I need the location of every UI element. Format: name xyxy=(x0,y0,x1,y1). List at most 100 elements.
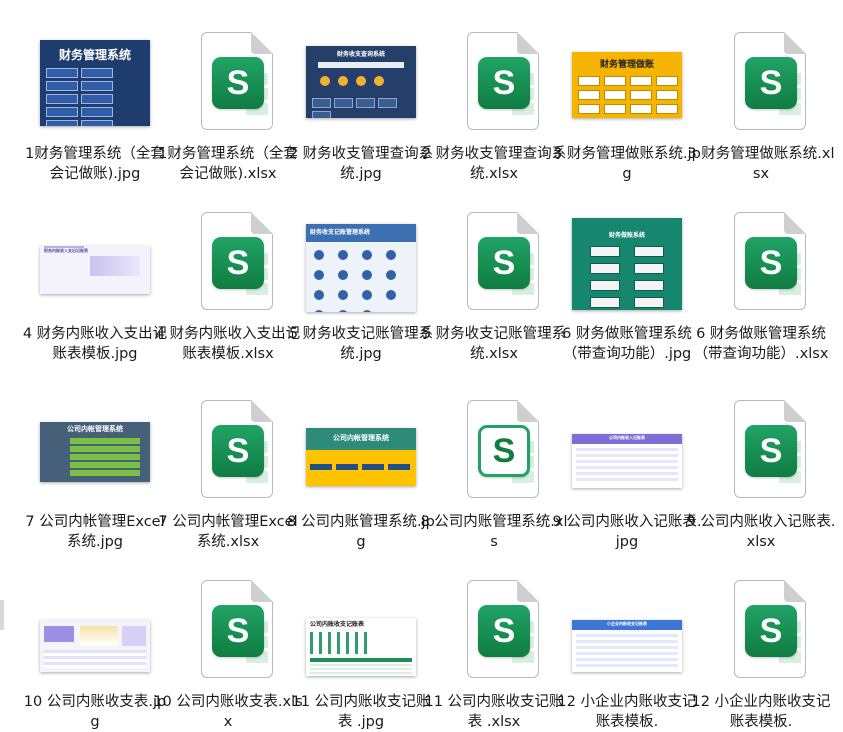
page-fold-icon xyxy=(251,400,273,422)
thumbnail-image: 公司内账收入记账表 xyxy=(572,434,682,488)
thumbnail-image: 公司内账收支记账表 xyxy=(306,618,416,676)
file-name-label[interactable]: 10 公司内账收支表.xlsx xyxy=(153,692,303,732)
file-thumbnail[interactable]: S xyxy=(173,208,283,318)
thumbnail-image: 财务管理做账 xyxy=(572,52,682,118)
page-fold-icon xyxy=(517,32,539,54)
excel-logo-icon: S xyxy=(745,57,797,109)
file-thumbnail[interactable]: 公司内帐管理系统 xyxy=(306,396,416,506)
file-name-label[interactable]: 12 小企业内账收支记账表模板. xyxy=(552,692,702,732)
file-name-label[interactable]: 12 小企业内账收支记账表模板. xyxy=(686,692,836,732)
file-thumbnail[interactable]: 财务收支记账管理系统 xyxy=(306,208,416,318)
excel-file-icon: S xyxy=(201,580,273,678)
file-name-label[interactable]: 4 财务内账收入支出记账表模板.xlsx xyxy=(153,324,303,364)
file-item[interactable]: 财务内账收入支出记账表 4 财务内账收入支出记账表模板.jpg xyxy=(20,208,170,364)
file-item[interactable]: 公司内账收支记账表 11 公司内账收支记账表 .jpg xyxy=(286,576,436,732)
file-item[interactable]: 公司内帐管理系统 7 公司内帐管理Excel系统.jpg xyxy=(20,396,170,552)
excel-file-icon: S xyxy=(734,400,806,498)
file-name-label[interactable]: 6 财务做账管理系统（带查询功能）.jpg xyxy=(552,324,702,364)
file-name-label[interactable]: 11 公司内账收支记账表 .jpg xyxy=(286,692,436,732)
excel-logo-icon: S xyxy=(478,605,530,657)
file-thumbnail[interactable]: 财务内账收入支出记账表 xyxy=(40,208,150,318)
file-name-label[interactable]: 5 财务收支记账管理系统.jpg xyxy=(286,324,436,364)
page-fold-icon xyxy=(784,400,806,422)
file-item[interactable]: 公司内帐管理系统 8 公司内账管理系统.jpg xyxy=(286,396,436,552)
excel-legacy-file-icon: S xyxy=(467,400,539,498)
file-name-label[interactable]: 9 公司内账收入记账表.xlsx xyxy=(686,512,836,552)
file-name-label[interactable]: 4 财务内账收入支出记账表模板.jpg xyxy=(20,324,170,364)
file-item[interactable]: S 4 财务内账收入支出记账表模板.xlsx xyxy=(153,208,303,364)
file-item[interactable]: S 2 财务收支管理查询系统.xlsx xyxy=(419,28,569,184)
excel-file-icon: S xyxy=(201,32,273,130)
file-thumbnail[interactable]: 财务做账系统 xyxy=(572,208,682,318)
file-thumbnail[interactable]: S xyxy=(439,208,549,318)
file-item[interactable]: 财务管理系统 1财务管理系统（全套会记做账).jpg xyxy=(20,28,170,184)
file-thumbnail[interactable]: 财务管理系统 xyxy=(40,28,150,138)
file-thumbnail[interactable]: S xyxy=(706,208,816,318)
excel-logo-icon: S xyxy=(212,237,264,289)
file-item[interactable]: S 8 公司内账管理系统.xls xyxy=(419,396,569,552)
file-thumbnail[interactable]: 公司内账收支记账表 xyxy=(306,576,416,686)
file-thumbnail[interactable]: S xyxy=(439,396,549,506)
thumbnail-image: 财务收支查询系统 xyxy=(306,46,416,118)
file-thumbnail[interactable]: S xyxy=(706,28,816,138)
page-fold-icon xyxy=(784,212,806,234)
file-name-label[interactable]: 1财务管理系统（全套会记做账).jpg xyxy=(20,144,170,184)
file-item[interactable]: 财务管理做账 3 财务管理做账系统.jpg xyxy=(552,28,702,184)
excel-file-icon: S xyxy=(467,212,539,310)
excel-logo-icon: S xyxy=(478,57,530,109)
file-name-label[interactable]: 7 公司内帐管理Excel系统.xlsx xyxy=(153,512,303,552)
file-name-label[interactable]: 7 公司内帐管理Excel系统.jpg xyxy=(20,512,170,552)
file-item[interactable]: S 6 财务做账管理系统（带查询功能）.xlsx xyxy=(686,208,836,364)
file-thumbnail[interactable]: S xyxy=(439,576,549,686)
file-thumbnail[interactable]: 小企业内账收支记账表 xyxy=(572,576,682,686)
file-name-label[interactable]: 1财务管理系统（全套会记做账).xlsx xyxy=(153,144,303,184)
file-item[interactable]: 10 公司内账收支表.jpg xyxy=(20,576,170,732)
file-item[interactable]: S 7 公司内帐管理Excel系统.xlsx xyxy=(153,396,303,552)
file-name-label[interactable]: 8 公司内账管理系统.jpg xyxy=(286,512,436,552)
file-name-label[interactable]: 11 公司内账收支记账表 .xlsx xyxy=(419,692,569,732)
file-thumbnail[interactable]: S xyxy=(439,28,549,138)
file-item[interactable]: 小企业内账收支记账表 12 小企业内账收支记账表模板. xyxy=(552,576,702,732)
excel-logo-icon: S xyxy=(478,237,530,289)
file-item[interactable]: 财务收支记账管理系统 5 财务收支记账管理系统.jpg xyxy=(286,208,436,364)
file-item[interactable]: 财务收支查询系统 2 财务收支管理查询系统.jpg xyxy=(286,28,436,184)
file-name-label[interactable]: 10 公司内账收支表.jpg xyxy=(20,692,170,732)
excel-file-icon: S xyxy=(201,400,273,498)
file-thumbnail[interactable]: S xyxy=(173,396,283,506)
excel-logo-icon: S xyxy=(478,425,530,477)
file-thumbnail[interactable]: S xyxy=(706,576,816,686)
file-item[interactable]: S 3 财务管理做账系统.xlsx xyxy=(686,28,836,184)
page-fold-icon xyxy=(251,212,273,234)
file-name-label[interactable]: 3 财务管理做账系统.xlsx xyxy=(686,144,836,184)
file-thumbnail[interactable]: S xyxy=(173,28,283,138)
thumbnail-image: 财务做账系统 xyxy=(572,218,682,310)
file-item[interactable]: S 12 小企业内账收支记账表模板. xyxy=(686,576,836,732)
thumbnail-image xyxy=(40,620,150,672)
file-name-label[interactable]: 2 财务收支管理查询系统.jpg xyxy=(286,144,436,184)
file-item[interactable]: S 9 公司内账收入记账表.xlsx xyxy=(686,396,836,552)
file-name-label[interactable]: 6 财务做账管理系统（带查询功能）.xlsx xyxy=(686,324,836,364)
file-item[interactable]: 财务做账系统 6 财务做账管理系统（带查询功能）.jpg xyxy=(552,208,702,364)
excel-logo-icon: S xyxy=(212,605,264,657)
file-thumbnail[interactable]: 公司内帐管理系统 xyxy=(40,396,150,506)
file-thumbnail[interactable]: 公司内账收入记账表 xyxy=(572,396,682,506)
file-item[interactable]: S 10 公司内账收支表.xlsx xyxy=(153,576,303,732)
file-thumbnail[interactable] xyxy=(40,576,150,686)
file-thumbnail[interactable]: 财务收支查询系统 xyxy=(306,28,416,138)
file-name-label[interactable]: 5 财务收支记账管理系统.xlsx xyxy=(419,324,569,364)
file-item[interactable]: S 5 财务收支记账管理系统.xlsx xyxy=(419,208,569,364)
file-thumbnail[interactable]: S xyxy=(173,576,283,686)
page-fold-icon xyxy=(517,400,539,422)
page-fold-icon xyxy=(251,580,273,602)
file-name-label[interactable]: 2 财务收支管理查询系统.xlsx xyxy=(419,144,569,184)
file-name-label[interactable]: 9 公司内账收入记账表.jpg xyxy=(552,512,702,552)
file-item[interactable]: S 1财务管理系统（全套会记做账).xlsx xyxy=(153,28,303,184)
thumbnail-image: 小企业内账收支记账表 xyxy=(572,620,682,672)
file-name-label[interactable]: 8 公司内账管理系统.xls xyxy=(419,512,569,552)
file-item[interactable]: 公司内账收入记账表 9 公司内账收入记账表.jpg xyxy=(552,396,702,552)
file-item[interactable]: S 11 公司内账收支记账表 .xlsx xyxy=(419,576,569,732)
file-name-label[interactable]: 3 财务管理做账系统.jpg xyxy=(552,144,702,184)
file-thumbnail[interactable]: 财务管理做账 xyxy=(572,28,682,138)
excel-file-icon: S xyxy=(467,580,539,678)
file-thumbnail[interactable]: S xyxy=(706,396,816,506)
